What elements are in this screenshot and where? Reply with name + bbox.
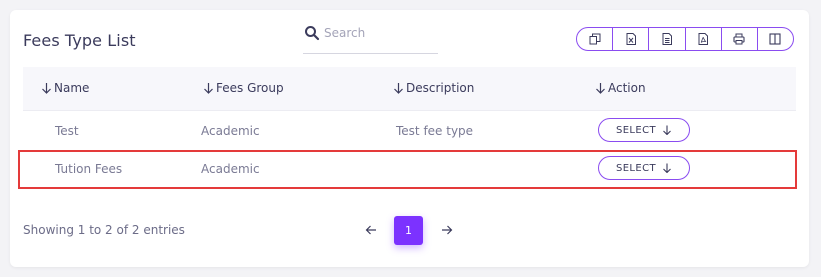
column-header-action[interactable]: Action (595, 81, 646, 95)
csv-button[interactable] (648, 28, 684, 50)
print-button[interactable] (720, 28, 757, 50)
copy-icon (589, 33, 601, 45)
row-highlight-box (18, 150, 797, 189)
select-button[interactable]: SELECT (598, 118, 690, 142)
next-page-icon[interactable] (440, 223, 454, 237)
page-title: Fees Type List (23, 31, 136, 50)
cell-name: Test (55, 124, 79, 138)
csv-icon (662, 33, 672, 45)
column-header-fees-group[interactable]: Fees Group (203, 81, 284, 95)
table-row: Test Academic Test fee type SELECT (23, 112, 796, 151)
page-button-current[interactable]: 1 (394, 216, 423, 245)
export-toolbar (576, 27, 794, 51)
arrow-down-icon (663, 125, 671, 135)
search-icon (305, 26, 320, 41)
cell-fees-group: Academic (201, 124, 260, 138)
print-icon (733, 33, 745, 45)
sort-arrow-icon (42, 83, 51, 94)
sort-arrow-icon (394, 83, 403, 94)
column-header-name[interactable]: Name (41, 81, 89, 95)
search-placeholder: Search (324, 26, 366, 40)
previous-page-icon[interactable] (364, 223, 378, 237)
table-header: Name Fees Group Description Action (23, 67, 796, 111)
sort-arrow-icon (204, 83, 213, 94)
copy-button[interactable] (577, 28, 612, 50)
search-field[interactable]: Search (303, 22, 438, 54)
columns-icon (769, 33, 781, 45)
sort-arrow-icon (596, 83, 605, 94)
pdf-button[interactable] (684, 28, 721, 50)
column-header-description[interactable]: Description (393, 81, 474, 95)
excel-icon (626, 33, 636, 45)
cell-description: Test fee type (396, 124, 474, 138)
excel-button[interactable] (612, 28, 648, 50)
columns-button[interactable] (756, 28, 793, 50)
table-info: Showing 1 to 2 of 2 entries (23, 223, 185, 237)
pdf-icon (698, 33, 709, 45)
